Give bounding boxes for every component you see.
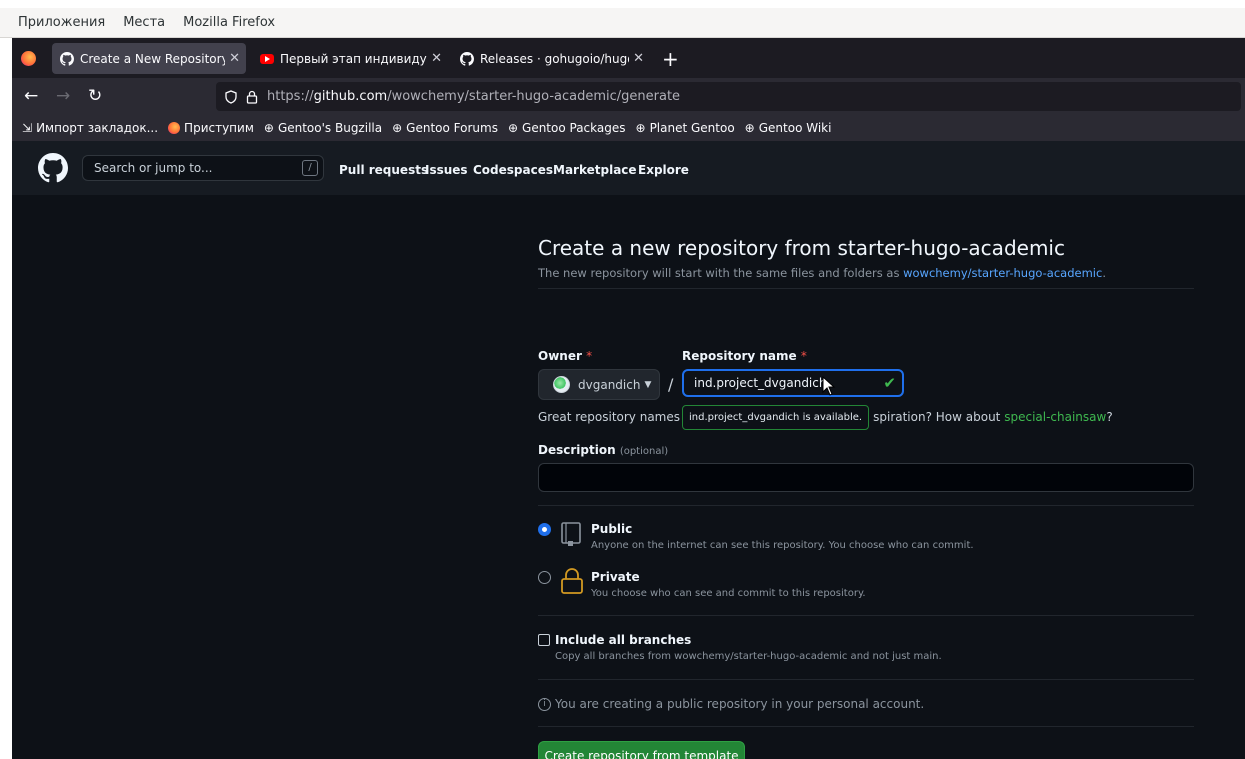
github-header: Search or jump to... / Pull requests Iss… (12, 141, 1245, 195)
youtube-icon (260, 52, 274, 66)
repo-name-input[interactable]: ind.project_dvgandich ✔ (682, 369, 904, 397)
divider (538, 505, 1194, 506)
public-option-title: Public (591, 522, 633, 536)
info-icon: i (538, 697, 551, 711)
back-icon[interactable]: ← (24, 86, 38, 106)
globe-icon: ⊕ (635, 121, 646, 135)
page-title: Create a new repository from starter-hug… (538, 236, 1065, 260)
template-repo-link[interactable]: wowchemy/starter-hugo-academic (903, 266, 1102, 280)
availability-tooltip: ind.project_dvgandich is available. (682, 405, 870, 430)
divider (538, 679, 1194, 680)
nav-issues[interactable]: Issues (425, 163, 468, 177)
page-subtitle: The new repository will start with the s… (538, 266, 1106, 280)
owner-value: dvgandich (578, 377, 641, 392)
bookmark-gentoo-forums[interactable]: ⊕ Gentoo Forums (392, 121, 498, 135)
tab-hugo-releases[interactable]: Releases · gohugoio/hugo ✕ (452, 43, 650, 74)
import-icon: ⇲ (22, 121, 33, 135)
bookmark-getting-started[interactable]: Приступим (168, 121, 254, 135)
repo-name-label: Repository name * (682, 349, 807, 363)
globe-icon: ⊕ (744, 121, 755, 135)
public-option-desc: Anyone on the internet can see this repo… (591, 540, 974, 551)
check-icon: ✔ (883, 374, 896, 392)
globe-icon: ⊕ (392, 121, 403, 135)
nav-explore[interactable]: Explore (638, 163, 689, 177)
owner-label: Owner * (538, 349, 593, 363)
navigation-toolbar: ← → ↻ https://github.com/wowchemy/starte… (12, 78, 1245, 115)
include-branches-checkbox[interactable] (538, 634, 550, 646)
search-placeholder: Search or jump to... (94, 161, 213, 175)
visibility-notice: i You are creating a public repository i… (538, 697, 924, 711)
private-option-title: Private (591, 570, 640, 584)
include-branches-desc: Copy all branches from wowchemy/starter-… (555, 651, 942, 662)
firefox-view-icon[interactable] (21, 51, 36, 66)
desktop-top-bar: Приложения Места Mozilla Firefox (0, 8, 1245, 38)
bookmark-gentoo-packages[interactable]: ⊕ Gentoo Packages (508, 121, 626, 135)
description-label: Description (optional) (538, 443, 669, 457)
nav-marketplace[interactable]: Marketplace (553, 163, 637, 177)
applications-menu[interactable]: Приложения (18, 15, 105, 30)
private-radio[interactable] (538, 571, 551, 584)
nav-codespaces[interactable]: Codespaces (473, 163, 553, 177)
create-repository-button[interactable]: Create repository from template (538, 741, 745, 759)
close-tab-icon[interactable]: ✕ (633, 51, 644, 66)
tab-youtube-video[interactable]: Первый этап индивидуал ✕ (252, 43, 448, 74)
search-input[interactable]: Search or jump to... / (82, 155, 324, 181)
divider (538, 726, 1194, 727)
include-branches-title: Include all branches (555, 633, 692, 647)
owner-dropdown[interactable]: dvgandich ▼ (538, 369, 660, 400)
close-tab-icon[interactable]: ✕ (431, 51, 442, 66)
repo-name-value: ind.project_dvgandich (694, 376, 827, 390)
avatar (553, 376, 570, 393)
tab-label: Create a New Repository fr (80, 51, 226, 66)
tab-label: Первый этап индивидуал (280, 51, 428, 66)
divider (538, 288, 1194, 289)
github-icon (460, 51, 474, 66)
bookmark-gentoo-bugzilla[interactable]: ⊕ Gentoo's Bugzilla (264, 121, 382, 135)
divider (538, 615, 1194, 616)
tab-create-repository[interactable]: Create a New Repository fr ✕ (52, 43, 246, 74)
github-logo-icon[interactable] (38, 153, 68, 183)
forward-icon[interactable]: → (56, 86, 70, 106)
close-tab-icon[interactable]: ✕ (229, 51, 240, 66)
bookmark-gentoo-wiki[interactable]: ⊕ Gentoo Wiki (745, 121, 832, 135)
url-text: https://github.com/wowchemy/starter-hugo… (267, 89, 681, 104)
places-menu[interactable]: Места (123, 15, 165, 30)
lock-icon (561, 568, 583, 594)
firefox-window: Create a New Repository fr ✕ Первый этап… (12, 38, 1245, 759)
description-input[interactable] (538, 463, 1194, 492)
firefox-app-menu[interactable]: Mozilla Firefox (183, 15, 275, 30)
search-shortcut-badge: / (302, 160, 318, 176)
screen: Приложения Места Mozilla Firefox Create … (0, 0, 1245, 759)
github-icon (60, 51, 74, 66)
mouse-cursor-icon (822, 376, 836, 396)
tab-label: Releases · gohugoio/hugo (480, 51, 630, 66)
caret-down-icon: ▼ (644, 379, 652, 390)
repo-icon (561, 522, 581, 546)
tracking-protection-icon[interactable] (224, 89, 238, 104)
public-radio[interactable] (538, 523, 551, 536)
owner-repo-separator: / (668, 375, 674, 394)
bookmark-planet-gentoo[interactable]: ⊕ Planet Gentoo (636, 121, 735, 135)
globe-icon: ⊕ (507, 121, 519, 135)
firefox-icon (168, 122, 181, 134)
globe-icon: ⊕ (263, 121, 274, 135)
nav-pull-requests[interactable]: Pull requests (339, 163, 428, 177)
bookmark-import[interactable]: ⇲ Импорт закладок... (22, 121, 158, 135)
tab-bar: Create a New Repository fr ✕ Первый этап… (12, 38, 1245, 78)
lock-icon[interactable] (246, 90, 258, 104)
address-bar[interactable]: https://github.com/wowchemy/starter-hugo… (216, 82, 1241, 111)
new-tab-icon[interactable]: + (662, 47, 679, 71)
name-suggestion-link[interactable]: special-chainsaw (1004, 410, 1106, 424)
private-option-desc: You choose who can see and commit to thi… (591, 588, 866, 599)
reload-icon[interactable]: ↻ (88, 86, 102, 106)
bookmarks-toolbar: ⇲ Импорт закладок... Приступим ⊕ Gentoo's … (12, 115, 1245, 141)
